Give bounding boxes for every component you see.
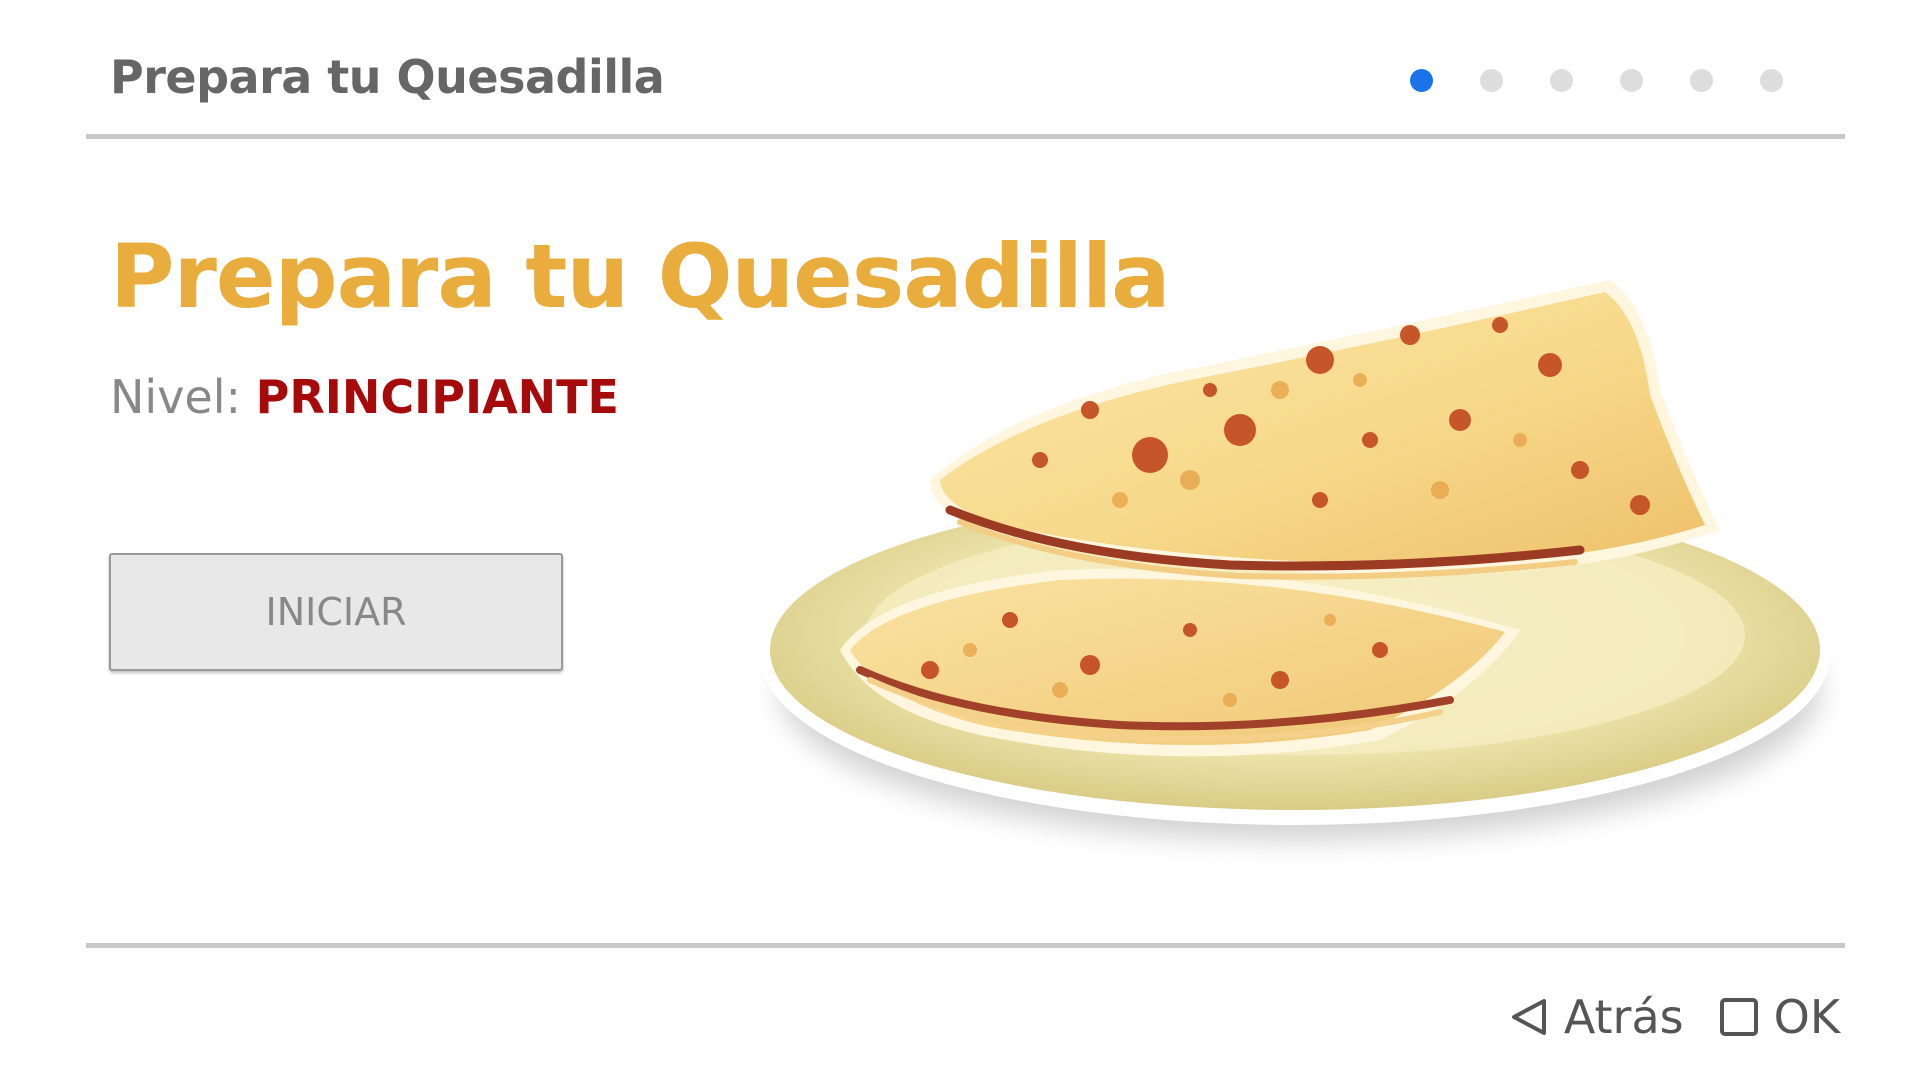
level-value: PRINCIPIANTE bbox=[255, 370, 619, 424]
progress-dot bbox=[1690, 69, 1713, 92]
level-label: Nivel: bbox=[110, 370, 241, 424]
progress-dot bbox=[1760, 69, 1783, 92]
ok-button[interactable]: OK bbox=[1718, 990, 1840, 1044]
footer-controls: Atrás OK bbox=[1508, 990, 1840, 1044]
back-label: Atrás bbox=[1563, 990, 1684, 1044]
progress-dot bbox=[1480, 69, 1503, 92]
progress-dot bbox=[1620, 69, 1643, 92]
ok-label: OK bbox=[1773, 990, 1840, 1044]
progress-dot bbox=[1550, 69, 1573, 92]
back-button[interactable]: Atrás bbox=[1508, 990, 1684, 1044]
screen: Prepara tu Quesadilla Prepara tu Quesadi… bbox=[0, 0, 1920, 1080]
triangle-left-icon bbox=[1508, 996, 1550, 1038]
footer-divider bbox=[86, 943, 1845, 948]
header-title: Prepara tu Quesadilla bbox=[110, 50, 665, 104]
square-icon bbox=[1718, 996, 1760, 1038]
header-divider bbox=[86, 134, 1845, 139]
difficulty-level: Nivel: PRINCIPIANTE bbox=[110, 370, 619, 424]
progress-dot-active bbox=[1410, 69, 1433, 92]
quesadilla-illustration bbox=[760, 270, 1880, 910]
start-button[interactable]: INICIAR bbox=[109, 553, 563, 671]
progress-indicator bbox=[1410, 69, 1783, 92]
